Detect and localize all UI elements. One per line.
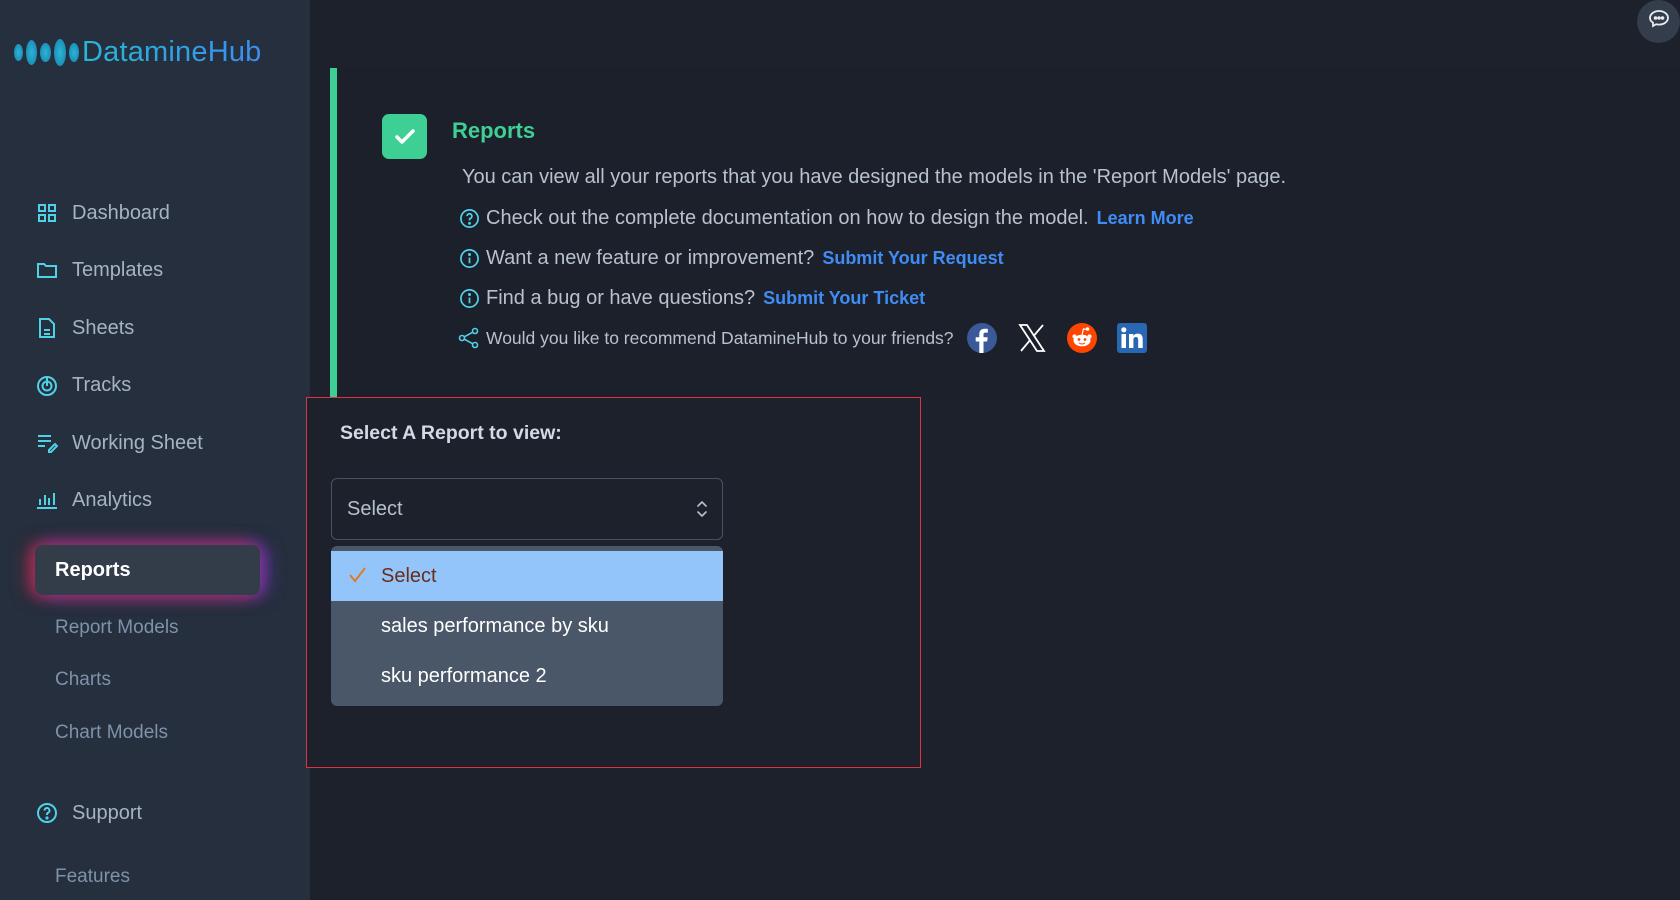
sidebar-item-features[interactable]: Features	[55, 866, 130, 888]
bug-text: Find a bug or have questions?	[486, 286, 756, 309]
social-links	[966, 322, 1148, 354]
logo-text: DatamineHub	[82, 35, 262, 68]
page-title: Reports	[452, 118, 536, 143]
document-icon	[36, 317, 58, 339]
sidebar-item-label: Tracks	[72, 373, 132, 396]
reddit-icon[interactable]	[1066, 322, 1098, 354]
bug-line: Find a bug or have questions? Submit You…	[458, 284, 925, 312]
feature-line: Want a new feature or improvement? Submi…	[458, 244, 1004, 272]
select-report-label: Select A Report to view:	[340, 422, 562, 444]
share-icon	[458, 327, 480, 349]
chevron-up-down-icon	[696, 498, 708, 526]
chat-button[interactable]	[1637, 0, 1680, 43]
learn-more-link[interactable]: Learn More	[1097, 208, 1194, 229]
report-select-panel: Select A Report to view: Select Select s…	[306, 397, 921, 768]
page-description: You can view all your reports that you h…	[462, 166, 1287, 188]
sidebar-item-label: Templates	[72, 258, 164, 281]
facebook-icon[interactable]	[966, 322, 998, 354]
info-icon	[458, 247, 480, 269]
docs-text: Check out the complete documentation on …	[486, 206, 1089, 229]
dropdown-option[interactable]: sales performance by sku	[331, 601, 723, 651]
help-circle-icon	[36, 802, 58, 824]
accent-bar	[330, 68, 337, 398]
bar-chart-icon	[36, 489, 58, 511]
feature-text: Want a new feature or improvement?	[486, 246, 815, 269]
logo[interactable]: DatamineHub	[14, 32, 262, 72]
report-select[interactable]: Select	[331, 478, 723, 540]
docs-line: Check out the complete documentation on …	[458, 204, 1194, 232]
report-select-dropdown: Select sales performance by sku sku perf…	[331, 546, 723, 706]
submit-ticket-link[interactable]: Submit Your Ticket	[763, 288, 925, 309]
sidebar-item-label: Working Sheet	[72, 431, 203, 454]
sidebar-item-label: Sheets	[72, 316, 135, 339]
sidebar-item-templates[interactable]: Templates	[36, 255, 163, 285]
x-twitter-icon[interactable]	[1016, 322, 1048, 354]
sidebar-item-sheets[interactable]: Sheets	[36, 313, 134, 343]
dropdown-option[interactable]: sku performance 2	[331, 651, 723, 701]
logo-mark-icon	[14, 38, 79, 66]
sidebar-item-charts[interactable]: Charts	[55, 669, 111, 691]
sidebar-item-support[interactable]: Support	[36, 798, 142, 828]
checkmark-icon	[347, 565, 367, 591]
sidebar: DatamineHub Dashboard Templates Sheets T…	[0, 0, 310, 900]
option-label: Select	[381, 564, 437, 587]
check-icon	[382, 114, 427, 159]
sidebar-item-dashboard[interactable]: Dashboard	[36, 198, 170, 228]
edit-list-icon	[36, 432, 58, 454]
sidebar-item-tracks[interactable]: Tracks	[36, 370, 131, 400]
sidebar-item-label: Support	[72, 801, 143, 824]
sidebar-item-label: Analytics	[72, 488, 153, 511]
folder-icon	[36, 259, 58, 281]
dropdown-option[interactable]: Select	[331, 551, 723, 601]
sidebar-item-chart-models[interactable]: Chart Models	[55, 722, 168, 744]
share-text: Would you like to recommend DatamineHub …	[486, 327, 954, 348]
share-line: Would you like to recommend DatamineHub …	[458, 322, 1148, 354]
sidebar-item-reports[interactable]: Reports	[35, 545, 260, 595]
info-card: Reports You can view all your reports th…	[330, 68, 1680, 398]
linkedin-icon[interactable]	[1116, 322, 1148, 354]
grid-icon	[36, 202, 58, 224]
help-circle-icon	[458, 207, 480, 229]
report-select-value: Select	[347, 497, 403, 520]
sidebar-item-working-sheet[interactable]: Working Sheet	[36, 428, 203, 458]
sidebar-item-report-models[interactable]: Report Models	[55, 617, 179, 639]
sidebar-item-analytics[interactable]: Analytics	[36, 485, 152, 515]
submit-request-link[interactable]: Submit Your Request	[822, 248, 1003, 269]
option-label: sku performance 2	[381, 664, 547, 687]
sidebar-item-label: Dashboard	[72, 201, 170, 224]
option-label: sales performance by sku	[381, 614, 609, 637]
chat-bubble-icon	[1648, 9, 1670, 34]
info-icon	[458, 287, 480, 309]
sidebar-item-label: Reports	[55, 558, 131, 581]
target-icon	[36, 374, 58, 396]
